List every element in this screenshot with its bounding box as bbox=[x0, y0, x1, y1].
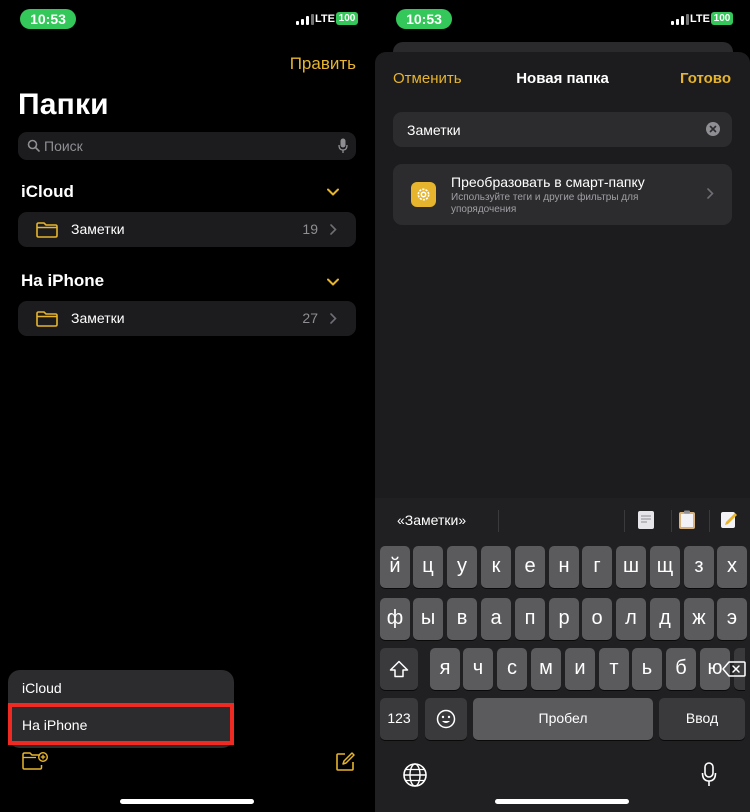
folder-count: 27 bbox=[302, 310, 318, 326]
globe-icon[interactable] bbox=[402, 762, 428, 788]
key[interactable]: ц bbox=[413, 546, 443, 588]
folder-name-field[interactable]: Заметки bbox=[393, 112, 732, 147]
status-time: 10:53 bbox=[396, 9, 452, 29]
key[interactable]: ч bbox=[463, 648, 493, 690]
search-input[interactable]: Поиск bbox=[18, 132, 356, 160]
keyboard: «Заметки» й ц у к е н г ш щ з х ф ы в а … bbox=[375, 498, 750, 812]
folder-icon bbox=[36, 311, 58, 327]
space-key[interactable]: Пробел bbox=[473, 698, 653, 740]
section-header-on-iphone[interactable]: На iPhone bbox=[21, 271, 104, 291]
key[interactable]: х bbox=[717, 546, 747, 588]
key[interactable]: п bbox=[515, 598, 545, 640]
key[interactable]: у bbox=[447, 546, 477, 588]
dictation-microphone-icon[interactable] bbox=[701, 762, 717, 788]
divider bbox=[498, 510, 499, 532]
key[interactable]: з bbox=[684, 546, 714, 588]
chevron-down-icon[interactable] bbox=[327, 278, 339, 286]
page-title: Папки bbox=[18, 88, 109, 121]
clear-icon[interactable] bbox=[706, 122, 720, 136]
folder-row-iphone-notes[interactable]: Заметки 27 bbox=[18, 301, 356, 336]
battery-icon: 100 bbox=[336, 12, 358, 25]
network-label: LTE bbox=[690, 13, 710, 25]
gear-icon bbox=[411, 182, 436, 207]
status-time: 10:53 bbox=[20, 9, 76, 29]
chevron-right-icon bbox=[330, 224, 337, 235]
key[interactable]: а bbox=[481, 598, 511, 640]
menu-item-on-iphone[interactable]: На iPhone bbox=[8, 703, 234, 745]
return-key[interactable]: Ввод bbox=[659, 698, 745, 740]
key[interactable]: в bbox=[447, 598, 477, 640]
folder-row-icloud-notes[interactable]: Заметки 19 bbox=[18, 212, 356, 247]
note-pencil-icon[interactable] bbox=[720, 510, 738, 530]
smart-folder-title: Преобразовать в смарт-папку bbox=[451, 174, 645, 190]
key[interactable]: о bbox=[582, 598, 612, 640]
backspace-icon bbox=[722, 661, 746, 677]
compose-icon[interactable] bbox=[335, 752, 355, 772]
key[interactable]: д bbox=[650, 598, 680, 640]
menu-item-icloud[interactable]: iCloud bbox=[22, 680, 62, 696]
key[interactable]: ш bbox=[616, 546, 646, 588]
scan-document-icon[interactable] bbox=[637, 510, 655, 530]
key[interactable]: щ bbox=[650, 546, 680, 588]
key[interactable]: э bbox=[717, 598, 747, 640]
divider bbox=[709, 510, 710, 532]
clipboard-icon[interactable] bbox=[678, 510, 696, 530]
folder-name: Заметки bbox=[71, 310, 125, 326]
smart-folder-option[interactable]: Преобразовать в смарт-папку Используйте … bbox=[393, 164, 732, 225]
microphone-icon[interactable] bbox=[338, 138, 348, 154]
new-folder-screen: 10:53 LTE 100 Отменить Новая папка Готов… bbox=[375, 0, 750, 812]
search-placeholder: Поиск bbox=[44, 138, 83, 154]
network-label: LTE bbox=[315, 13, 335, 25]
key[interactable]: р bbox=[549, 598, 579, 640]
key[interactable]: б bbox=[666, 648, 696, 690]
smart-folder-description: Используйте теги и другие фильтры для уп… bbox=[451, 192, 639, 215]
key[interactable]: н bbox=[549, 546, 579, 588]
chevron-right-icon bbox=[707, 188, 714, 199]
done-button[interactable]: Готово bbox=[680, 70, 731, 87]
divider bbox=[624, 510, 625, 532]
numbers-key[interactable]: 123 bbox=[380, 698, 418, 740]
suggestion-item[interactable]: «Заметки» bbox=[397, 512, 466, 528]
folder-name: Заметки bbox=[71, 221, 125, 237]
folders-screen: 10:53 LTE 100 Править Папки Поиск iCloud… bbox=[0, 0, 375, 812]
home-indicator bbox=[120, 799, 254, 804]
key[interactable]: е bbox=[515, 546, 545, 588]
folder-count: 19 bbox=[302, 221, 318, 237]
chevron-right-icon bbox=[330, 313, 337, 324]
status-bar: 10:53 LTE 100 bbox=[0, 0, 375, 40]
home-indicator bbox=[495, 799, 629, 804]
key[interactable]: й bbox=[380, 546, 410, 588]
key[interactable]: ь bbox=[632, 648, 662, 690]
shift-key[interactable] bbox=[380, 648, 418, 690]
key[interactable]: ф bbox=[380, 598, 410, 640]
signal-icon bbox=[671, 13, 689, 25]
menu-item-label: На iPhone bbox=[22, 717, 88, 733]
key[interactable]: м bbox=[531, 648, 561, 690]
signal-icon bbox=[296, 13, 314, 25]
battery-icon: 100 bbox=[711, 12, 733, 25]
key[interactable]: к bbox=[481, 546, 511, 588]
folder-icon bbox=[36, 222, 58, 238]
key[interactable]: ы bbox=[413, 598, 443, 640]
emoji-key[interactable] bbox=[425, 698, 467, 740]
emoji-icon bbox=[436, 709, 456, 729]
key[interactable]: ж bbox=[684, 598, 714, 640]
search-icon bbox=[27, 139, 40, 152]
shift-icon bbox=[389, 660, 409, 678]
edit-button[interactable]: Править bbox=[290, 54, 356, 74]
status-bar: 10:53 LTE 100 bbox=[375, 0, 750, 40]
key[interactable]: и bbox=[565, 648, 595, 690]
key[interactable]: т bbox=[599, 648, 629, 690]
key[interactable]: с bbox=[497, 648, 527, 690]
chevron-down-icon[interactable] bbox=[327, 188, 339, 196]
divider bbox=[671, 510, 672, 532]
folder-name-value: Заметки bbox=[407, 122, 461, 138]
new-folder-icon[interactable] bbox=[22, 752, 48, 770]
key[interactable]: я bbox=[430, 648, 460, 690]
key[interactable]: г bbox=[582, 546, 612, 588]
key[interactable]: л bbox=[616, 598, 646, 640]
section-header-icloud[interactable]: iCloud bbox=[21, 182, 74, 202]
